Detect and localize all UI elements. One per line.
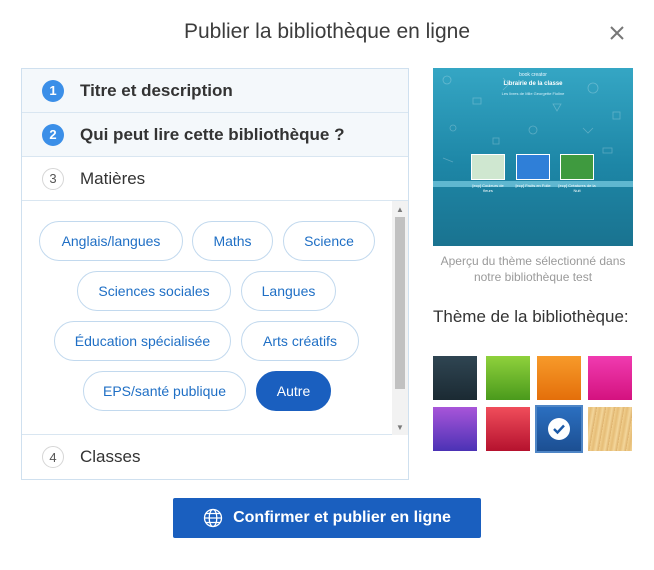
subject-pill[interactable]: Anglais/langues: [39, 221, 183, 261]
theme-swatch-green[interactable]: [486, 356, 530, 400]
subject-pill[interactable]: Éducation spécialisée: [54, 321, 231, 361]
subject-pill[interactable]: Langues: [241, 271, 336, 311]
theme-swatch-purple[interactable]: [433, 407, 477, 451]
step-classes[interactable]: 4 Classes: [22, 435, 408, 479]
preview-title: Librairie de la classe: [503, 81, 563, 87]
preview-subtitle: Les livres de Mlle Georgette Fioline: [501, 91, 565, 96]
step-number: 2: [42, 123, 64, 146]
preview-book: [471, 154, 505, 180]
steps-panel: 1 Titre et description 2 Qui peut lire c…: [21, 68, 409, 480]
preview-book: [516, 154, 550, 180]
step-label: Qui peut lire cette bibliothèque ?: [80, 124, 345, 144]
subject-pill[interactable]: Arts créatifs: [241, 321, 359, 361]
theme-label: Thème de la bibliothèque:: [433, 307, 629, 326]
preview-book-caption: [ecp] Fruits en Folie: [515, 183, 551, 188]
subject-pill-selected[interactable]: Autre: [256, 371, 331, 411]
preview-book-caption: [ecp] Couleurs de fleurs: [472, 183, 504, 193]
theme-swatch-orange[interactable]: [537, 356, 581, 400]
confirm-publish-button[interactable]: Confirmer et publier en ligne: [173, 498, 481, 538]
scroll-thumb[interactable]: [395, 217, 405, 389]
subject-pill[interactable]: EPS/santé publique: [83, 371, 246, 411]
check-icon: [548, 418, 570, 440]
subject-pill[interactable]: Science: [283, 221, 375, 261]
preview-logo-text: book creator: [519, 72, 547, 78]
theme-swatch-red[interactable]: [486, 407, 530, 451]
scroll-down-icon[interactable]: ▼: [392, 419, 408, 435]
preview-book: [560, 154, 594, 180]
subject-pill[interactable]: Sciences sociales: [77, 271, 231, 311]
step-label: Titre et description: [80, 80, 233, 100]
theme-swatch-wood[interactable]: [588, 407, 632, 451]
step-subjects[interactable]: 3 Matières: [22, 157, 408, 201]
globe-icon: [203, 508, 223, 528]
step-number: 3: [42, 167, 64, 190]
step-label: Matières: [80, 168, 146, 188]
theme-swatch-magenta[interactable]: [588, 356, 632, 400]
preview-book-caption: [ecp] Créatures de la Nuit: [558, 183, 596, 193]
confirm-publish-label: Confirmer et publier en ligne: [233, 509, 451, 526]
dialog-title: Publier la bibliothèque en ligne: [183, 20, 471, 43]
preview-caption: Aperçu du thème sélectionné dans notre b…: [440, 254, 626, 284]
step-label: Classes: [80, 447, 141, 466]
theme-swatch-dark[interactable]: [433, 356, 477, 400]
step-number: 4: [42, 446, 64, 468]
scrollbar[interactable]: ▲ ▼: [392, 201, 408, 435]
subjects-list: Anglais/langues Maths Science Sciences s…: [22, 201, 408, 435]
step-number: 1: [42, 79, 64, 102]
step-who-can-read[interactable]: 2 Qui peut lire cette bibliothèque ?: [22, 113, 408, 157]
theme-preview-image: book creator Librairie de la classe Les …: [433, 68, 633, 246]
theme-swatch-blue[interactable]: [535, 405, 583, 453]
step-title-description[interactable]: 1 Titre et description: [22, 69, 408, 113]
scroll-up-icon[interactable]: ▲: [392, 201, 408, 217]
close-icon[interactable]: [606, 22, 628, 44]
subject-pill[interactable]: Maths: [192, 221, 273, 261]
